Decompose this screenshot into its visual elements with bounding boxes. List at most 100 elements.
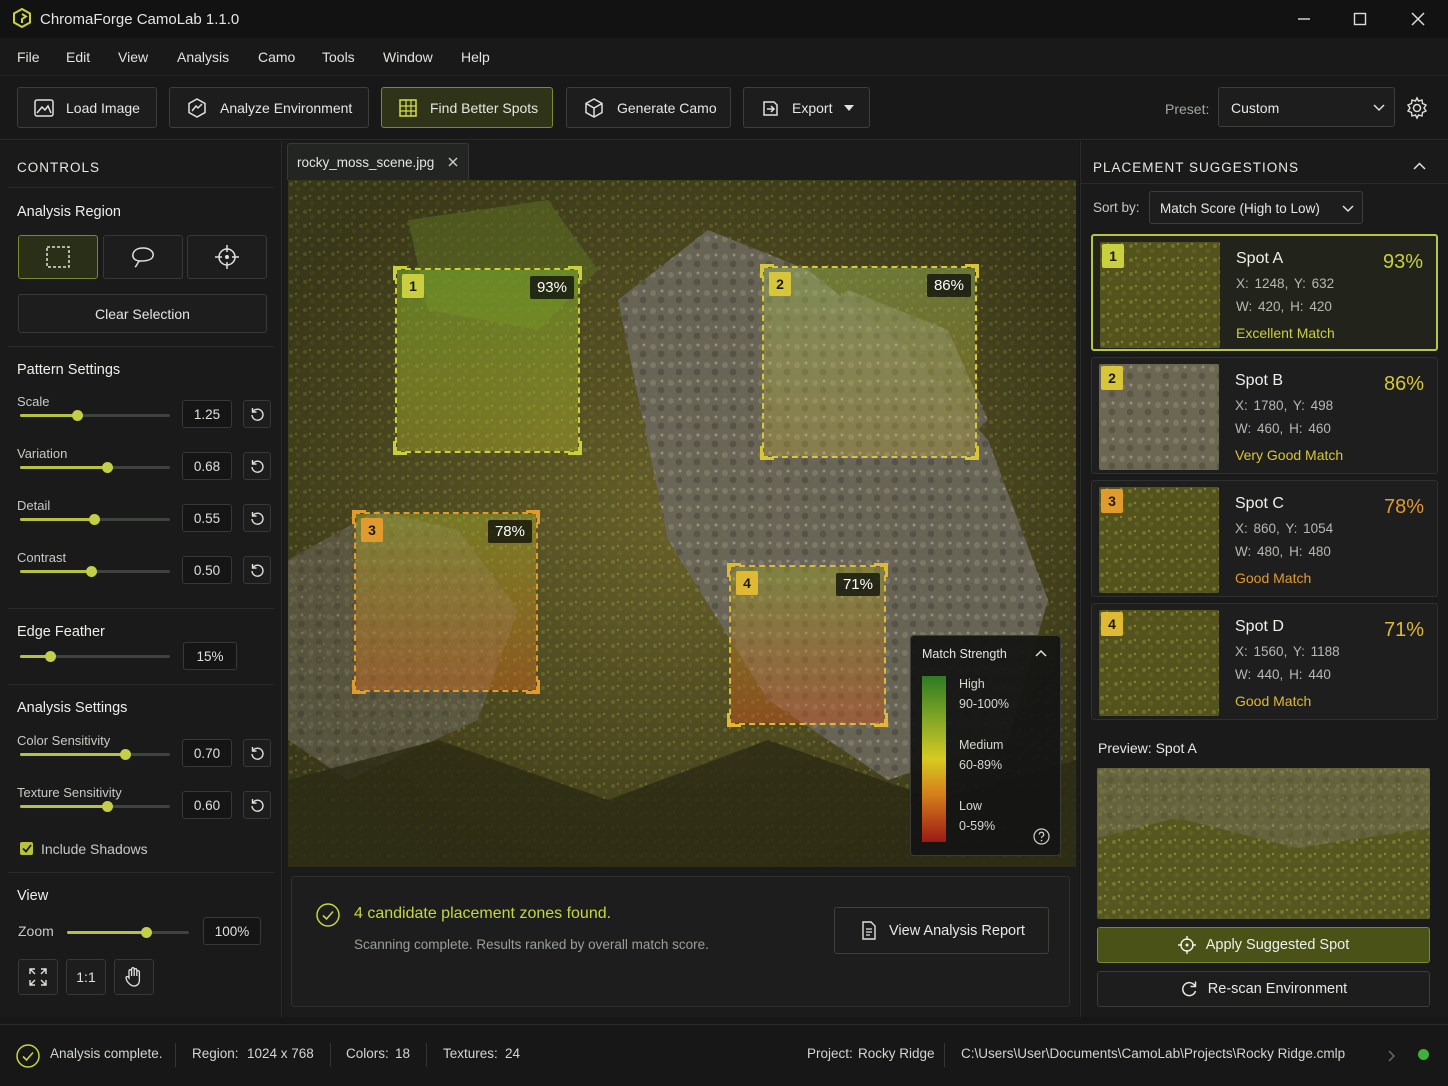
placement-zone-4[interactable]: 4 71% xyxy=(727,563,888,727)
slider-handle[interactable] xyxy=(88,514,100,525)
help-icon[interactable] xyxy=(1033,828,1050,845)
placement-zone-1[interactable]: 1 93% xyxy=(393,266,582,455)
suggestion-card-1[interactable]: 1 Spot A X: 1248, Y: 632 W: 420, H: 420 … xyxy=(1091,234,1438,351)
spot-number-badge: 1 xyxy=(1102,244,1124,268)
pattern-reset-button-2[interactable] xyxy=(243,504,271,532)
pattern-value-3[interactable]: 0.50 xyxy=(182,556,232,584)
close-window-button[interactable] xyxy=(1398,6,1438,32)
analysis-region-title: Analysis Region xyxy=(17,204,121,220)
slider-fill xyxy=(20,805,107,808)
chevron-up-icon[interactable] xyxy=(1035,649,1047,657)
edge-feather-value[interactable]: 15% xyxy=(183,642,237,670)
pattern-value-0[interactable]: 1.25 xyxy=(182,400,232,428)
suggestion-card-3[interactable]: 3 Spot C X: 860, Y: 1054 W: 480, H: 480 … xyxy=(1091,480,1438,597)
zone-corner-marker xyxy=(526,510,540,524)
suggestion-card-2[interactable]: 2 Spot B X: 1780, Y: 498 W: 460, H: 460 … xyxy=(1091,357,1438,474)
analyze-environment-button[interactable]: Analyze Environment xyxy=(169,87,369,128)
pattern-slider-2[interactable] xyxy=(20,514,170,525)
pattern-label-3: Contrast xyxy=(17,550,67,565)
grid-target-icon xyxy=(399,98,417,117)
spot-number-badge: 2 xyxy=(1101,366,1123,390)
analysis-slider-1[interactable] xyxy=(20,801,170,812)
menu-help[interactable]: Help xyxy=(461,49,490,65)
analysis-value-0[interactable]: 0.70 xyxy=(182,739,232,767)
minimize-button[interactable] xyxy=(1284,6,1324,32)
status-state: Analysis complete. xyxy=(50,1046,163,1061)
placement-zone-2[interactable]: 2 86% xyxy=(760,264,979,460)
check-circle-icon xyxy=(316,903,340,927)
pattern-slider-3[interactable] xyxy=(20,566,170,577)
pattern-reset-button-1[interactable] xyxy=(243,452,271,480)
analysis-reset-button-0[interactable] xyxy=(243,739,271,767)
connection-status-dot xyxy=(1418,1049,1429,1060)
zoom-value[interactable]: 100% xyxy=(203,917,261,945)
sort-dropdown[interactable]: Match Score (High to Low) xyxy=(1149,191,1363,224)
menu-camo[interactable]: Camo xyxy=(258,49,295,65)
view-analysis-report-button[interactable]: View Analysis Report xyxy=(834,907,1049,954)
close-tab-icon[interactable] xyxy=(448,157,458,167)
crosshair-select-tool[interactable] xyxy=(187,235,267,279)
generate-camo-button[interactable]: Generate Camo xyxy=(566,87,731,128)
clear-selection-button[interactable]: Clear Selection xyxy=(18,294,267,333)
zone-corner-marker xyxy=(874,563,888,577)
legend-color-scale xyxy=(922,676,946,842)
spot-coordinates: X: 1248, Y: 632 xyxy=(1236,276,1335,291)
status-bar: Analysis complete. Region: 1024 x 768 Co… xyxy=(0,1024,1448,1086)
menu-file[interactable]: File xyxy=(17,49,40,65)
zone-corner-marker xyxy=(526,680,540,694)
collapse-panel-icon[interactable] xyxy=(1413,162,1426,170)
rectangle-select-tool[interactable] xyxy=(18,235,98,279)
preset-dropdown[interactable]: Custom xyxy=(1218,87,1395,127)
pattern-reset-button-3[interactable] xyxy=(243,556,271,584)
slider-handle[interactable] xyxy=(102,462,113,473)
include-shadows-checkbox[interactable] xyxy=(20,842,33,855)
find-better-spots-button[interactable]: Find Better Spots xyxy=(381,87,553,128)
load-image-button[interactable]: Load Image xyxy=(17,87,157,128)
zone-corner-marker xyxy=(393,441,407,455)
zoom-slider[interactable] xyxy=(67,927,189,938)
find-better-spots-label: Find Better Spots xyxy=(430,99,539,116)
maximize-button[interactable] xyxy=(1340,6,1380,32)
pan-tool-button[interactable] xyxy=(114,959,154,995)
lasso-select-icon xyxy=(132,247,154,268)
suggestion-card-4[interactable]: 4 Spot D X: 1560, Y: 1188 W: 440, H: 440… xyxy=(1091,603,1438,720)
spot-coordinates: X: 1560, Y: 1188 xyxy=(1235,644,1340,659)
zone-corner-marker xyxy=(393,266,407,280)
pattern-reset-button-0[interactable] xyxy=(243,400,271,428)
analysis-slider-0[interactable] xyxy=(20,749,170,760)
slider-handle[interactable] xyxy=(120,749,131,760)
menu-tools[interactable]: Tools xyxy=(322,49,355,65)
menu-analysis[interactable]: Analysis xyxy=(177,49,229,65)
image-icon xyxy=(34,98,54,117)
rescan-environment-button[interactable]: Re-scan Environment xyxy=(1097,971,1430,1007)
actual-size-button[interactable]: 1:1 xyxy=(66,959,106,995)
menu-view[interactable]: View xyxy=(118,49,148,65)
slider-handle[interactable] xyxy=(141,927,153,938)
slider-handle[interactable] xyxy=(72,410,83,421)
pattern-value-2[interactable]: 0.55 xyxy=(182,504,232,532)
menu-edit[interactable]: Edit xyxy=(66,49,90,65)
pattern-slider-1[interactable] xyxy=(20,462,170,473)
slider-handle[interactable] xyxy=(102,801,113,812)
zoom-label: Zoom xyxy=(18,923,54,939)
sort-by-label: Sort by: xyxy=(1093,200,1140,215)
fit-to-screen-button[interactable] xyxy=(18,959,58,995)
menu-window[interactable]: Window xyxy=(383,49,433,65)
crosshair-select-icon xyxy=(215,245,239,269)
lasso-select-tool[interactable] xyxy=(103,235,183,279)
analysis-value-1[interactable]: 0.60 xyxy=(182,791,232,819)
hand-icon xyxy=(125,967,141,987)
pattern-slider-0[interactable] xyxy=(20,410,170,421)
slider-handle[interactable] xyxy=(45,651,56,662)
apply-suggested-spot-button[interactable]: Apply Suggested Spot xyxy=(1097,927,1430,963)
analysis-reset-button-1[interactable] xyxy=(243,791,271,819)
export-button[interactable]: Export xyxy=(743,87,870,128)
slider-handle[interactable] xyxy=(85,566,97,577)
spot-dimensions: W: 420, H: 420 xyxy=(1236,299,1332,314)
placement-zone-3[interactable]: 3 78% xyxy=(352,510,540,694)
edge-feather-slider[interactable] xyxy=(20,651,170,662)
pattern-value-1[interactable]: 0.68 xyxy=(182,452,232,480)
rectangle-select-icon xyxy=(46,246,70,268)
tab-rocky-moss-scene[interactable]: rocky_moss_scene.jpg xyxy=(287,143,469,180)
settings-gear-button[interactable] xyxy=(1405,96,1429,125)
